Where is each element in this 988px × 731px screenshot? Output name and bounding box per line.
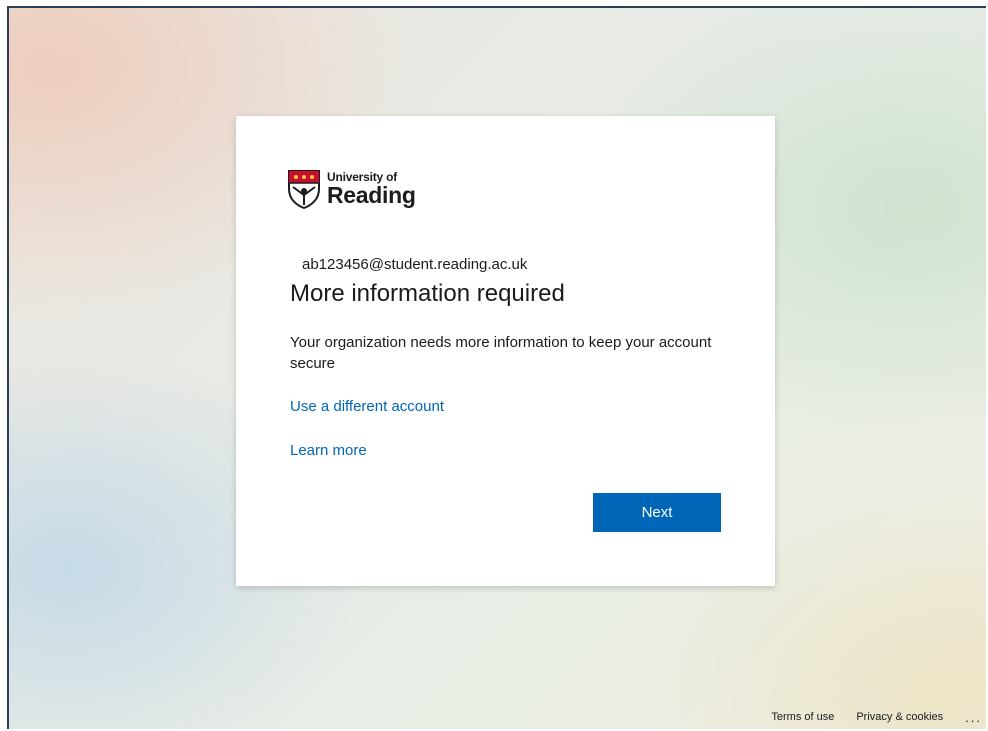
next-button[interactable]: Next (593, 493, 721, 532)
sign-in-card: University of Reading ab123456@student.r… (236, 116, 775, 586)
university-wordmark: University of Reading (327, 171, 416, 207)
university-crest-icon (288, 170, 320, 209)
university-logo: University of Reading (287, 164, 416, 214)
sign-in-page: University of Reading ab123456@student.r… (7, 6, 986, 729)
page-title: More information required (290, 280, 565, 307)
description-text: Your organization needs more information… (290, 334, 712, 372)
page-footer: Terms of use Privacy & cookies ... (771, 705, 986, 729)
privacy-cookies-link[interactable]: Privacy & cookies (856, 711, 943, 723)
terms-of-use-link[interactable]: Terms of use (771, 711, 834, 723)
learn-more-link[interactable]: Learn more (290, 442, 367, 459)
use-different-account-link[interactable]: Use a different account (290, 398, 444, 415)
wordmark-line-2: Reading (327, 182, 416, 208)
account-identity: ab123456@student.reading.ac.uk (302, 256, 528, 273)
more-options-icon[interactable]: ... (965, 710, 982, 725)
